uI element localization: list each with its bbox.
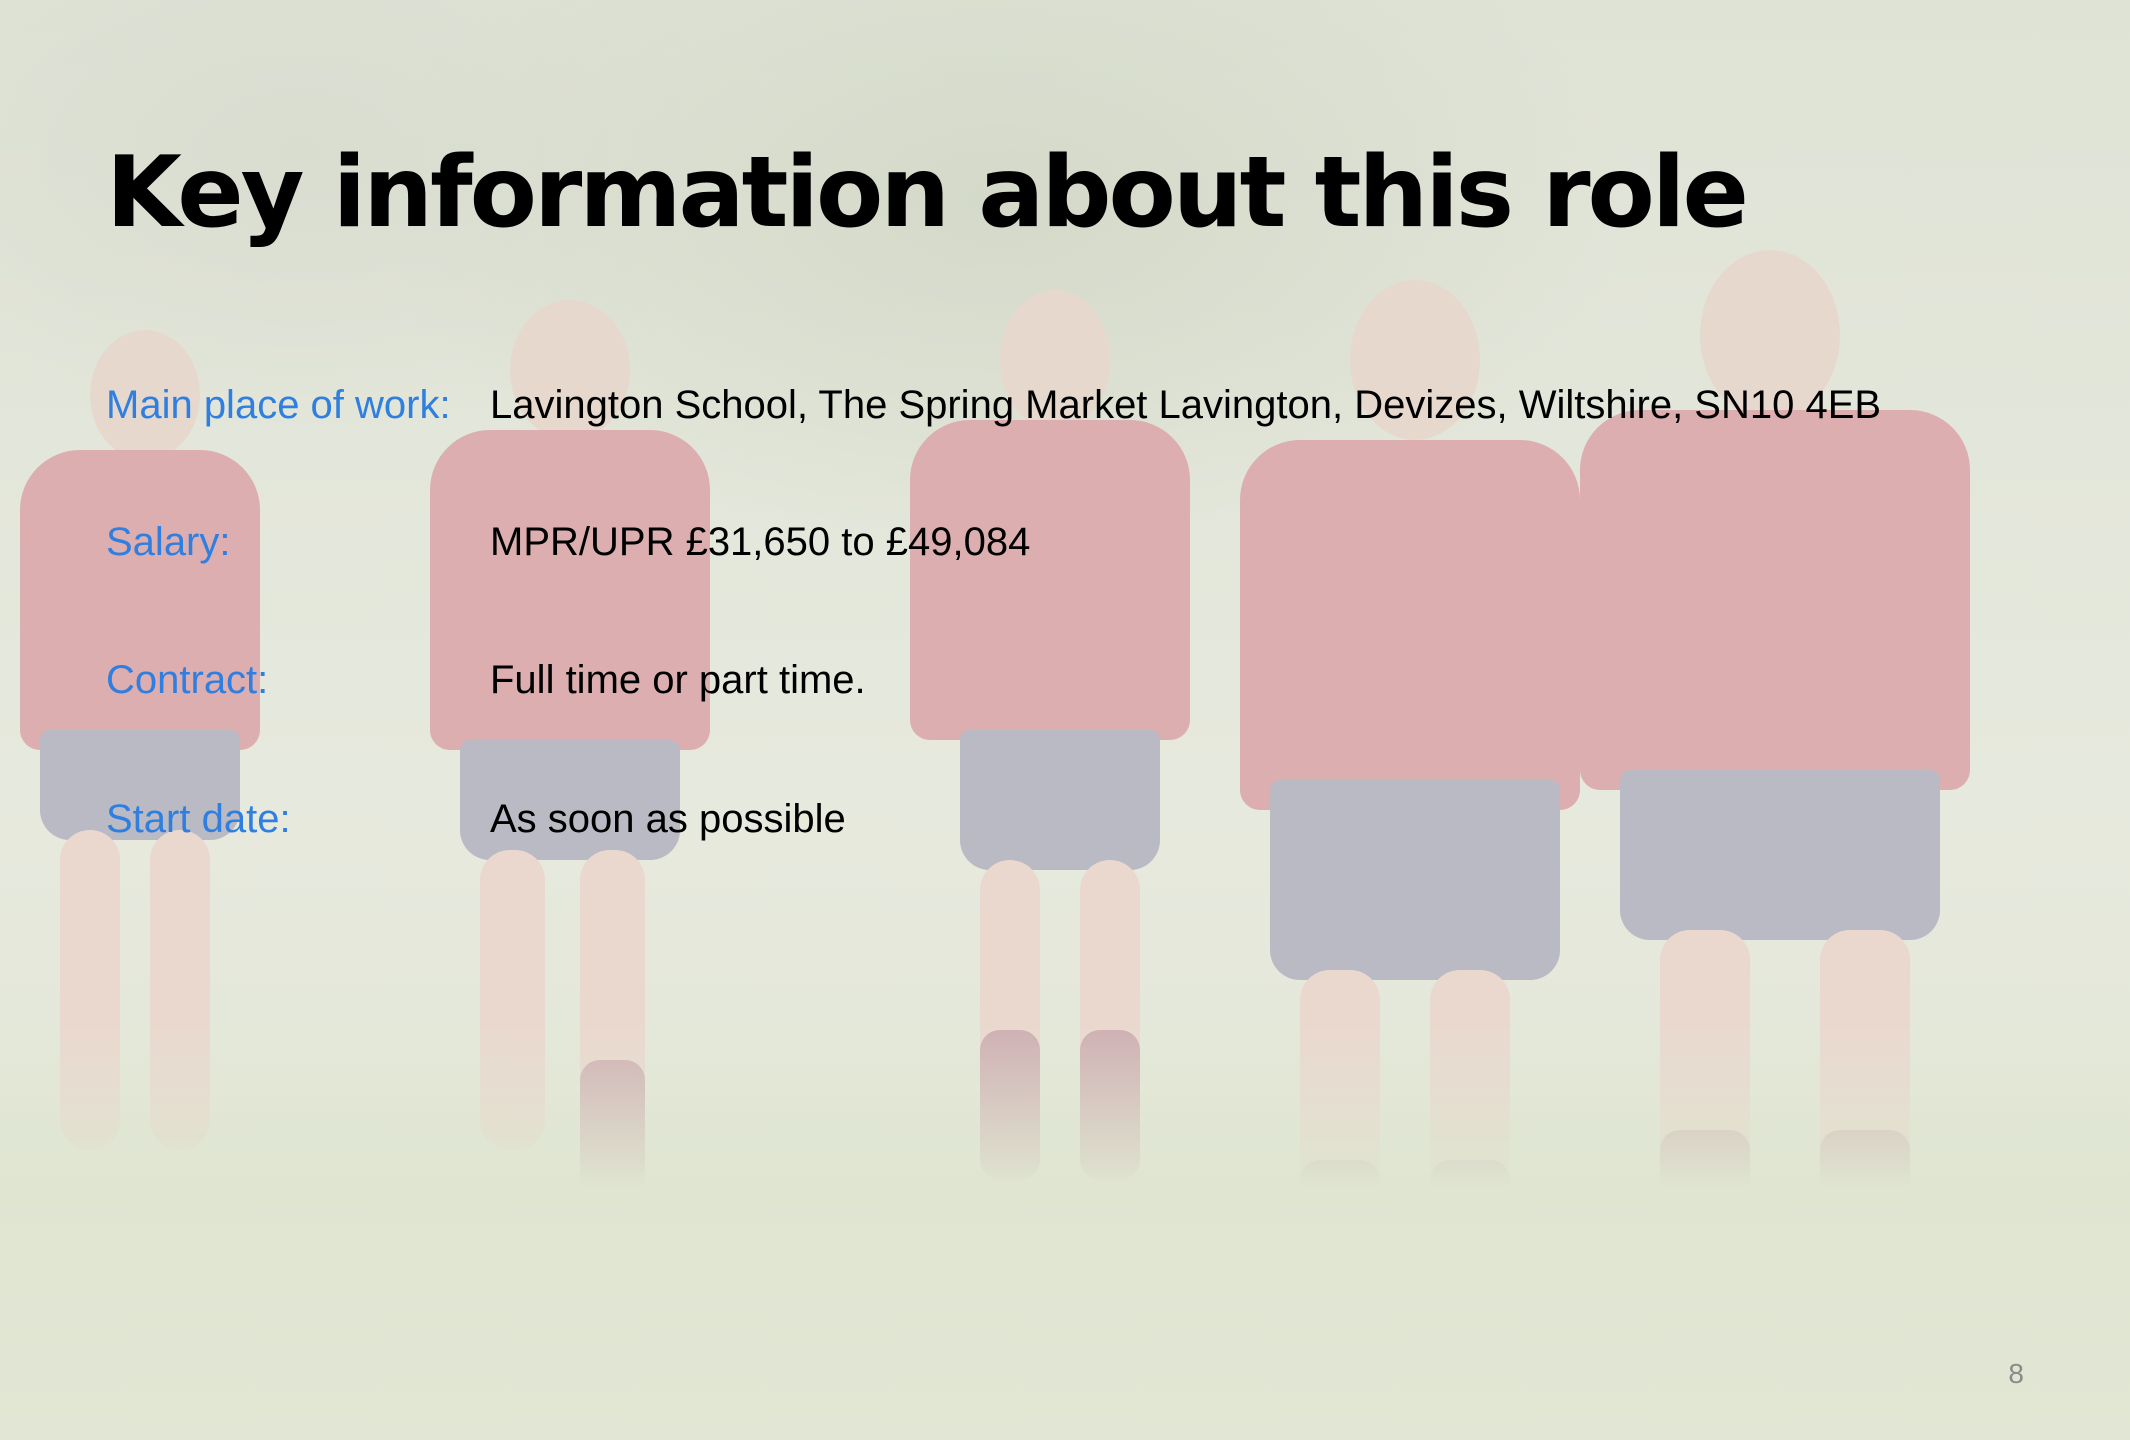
info-label: Salary: <box>106 520 231 564</box>
info-label: Start date: <box>106 797 291 841</box>
info-value: Full time or part time. <box>490 658 866 702</box>
info-value: MPR/UPR £31,650 to £49,084 <box>490 520 1031 564</box>
info-value: Lavington School, The Spring Market Lavi… <box>490 383 1882 427</box>
slide: Key information about this role Main pla… <box>0 0 2130 1440</box>
info-label: Main place of work: <box>106 383 451 427</box>
page-number: 8 <box>2008 1358 2024 1389</box>
slide-title: Key information about this role <box>106 136 1749 250</box>
info-label: Contract: <box>106 658 269 702</box>
info-value: As soon as possible <box>490 797 846 841</box>
